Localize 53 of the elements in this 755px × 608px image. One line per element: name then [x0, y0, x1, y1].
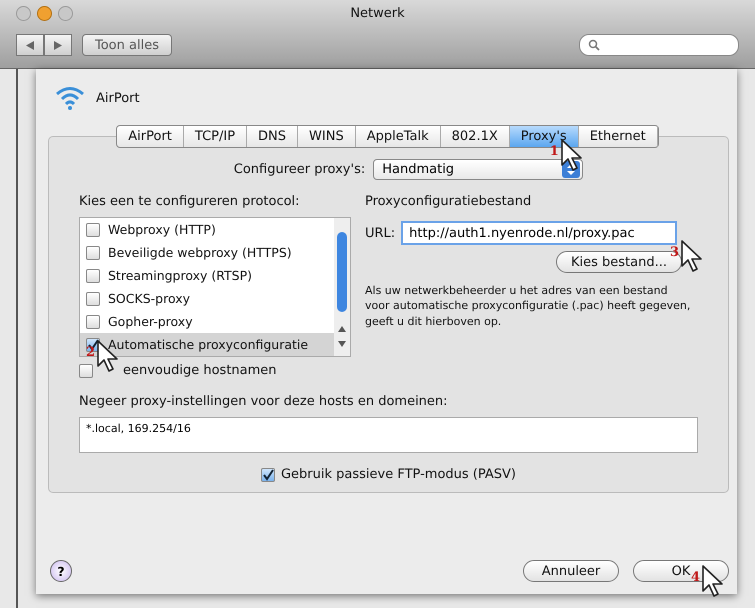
bypass-label: Negeer proxy-instellingen voor deze hosts en domeinen: — [79, 394, 449, 409]
checkbox[interactable] — [86, 246, 100, 260]
close-button[interactable] — [16, 6, 31, 20]
back-icon — [26, 40, 34, 50]
step-number: 4 — [691, 570, 700, 585]
protocol-name: Streamingproxy (RTSP) — [108, 268, 252, 283]
tab[interactable]: AirPort — [117, 126, 184, 147]
protocol-name: SOCKS-proxy — [108, 291, 190, 306]
checkbox[interactable] — [86, 222, 100, 236]
checkbox[interactable] — [86, 314, 100, 328]
proxy-file-title: Proxyconfiguratiebestand — [365, 194, 532, 209]
bypass-field[interactable]: *.local, 169.254/16 — [79, 417, 698, 453]
back-button[interactable] — [16, 34, 44, 56]
passive-ftp-label: Gebruik passieve FTP-modus (PASV) — [280, 467, 516, 482]
configure-dropdown[interactable]: Handmatig — [373, 159, 584, 180]
checkbox[interactable] — [86, 292, 100, 306]
protocol-row[interactable]: SOCKS-proxy — [80, 287, 334, 310]
help-button[interactable]: ? — [50, 560, 72, 582]
simple-hostnames-label: eenvoudige hostnamen — [123, 363, 277, 378]
tab[interactable]: DNS — [247, 126, 298, 147]
cancel-button[interactable]: Annuleer — [523, 560, 619, 582]
configure-label: Configureer proxy's: — [234, 162, 366, 177]
show-all-button[interactable]: Toon alles — [82, 34, 172, 56]
tab[interactable]: WINS — [298, 126, 356, 147]
help-text: Als uw netwerkbeheerder u het adres van een bestand voor automatische proxyconfiguratie (.pac) heeft gegeven, geeft u dit hierboven op. — [365, 283, 692, 330]
protocol-name: Automatische proxyconfiguratie — [108, 337, 308, 352]
tab[interactable]: TCP/IP — [184, 126, 248, 147]
protocol-row[interactable]: Gopher-proxy — [80, 310, 334, 333]
protocol-name: Beveiligde webproxy (HTTPS) — [108, 245, 292, 260]
checkbox[interactable] — [260, 468, 275, 482]
checkbox[interactable] — [79, 364, 93, 378]
search-field[interactable] — [579, 34, 739, 56]
step-number: 1 — [550, 144, 559, 159]
forward-icon — [54, 40, 62, 50]
protocol-label: Kies een te configureren protocol: — [79, 194, 301, 209]
url-label: URL: — [365, 226, 396, 240]
protocol-row[interactable]: Webproxy (HTTP) — [80, 218, 334, 241]
tab[interactable]: AppleTalk — [356, 126, 441, 147]
protocol-row[interactable]: Beveiligde webproxy (HTTPS) — [80, 241, 334, 264]
scrollbar[interactable] — [334, 218, 350, 356]
checkbox[interactable] — [86, 268, 100, 282]
protocol-row[interactable]: Streamingproxy (RTSP) — [80, 264, 334, 287]
zoom-button[interactable] — [58, 6, 73, 20]
protocol-name: Webproxy (HTTP) — [108, 222, 216, 237]
forward-button[interactable] — [44, 34, 72, 56]
minimize-button[interactable] — [37, 6, 52, 20]
interface-name: AirPort — [96, 90, 140, 106]
tab[interactable]: Ethernet — [578, 126, 658, 147]
window-title: Netwerk — [349, 6, 406, 20]
url-field[interactable]: http://auth1.nyenrode.nl/proxy.pac — [401, 221, 678, 245]
protocol-name: Gopher-proxy — [108, 314, 193, 329]
wifi-icon — [54, 85, 86, 111]
search-icon — [588, 39, 600, 51]
